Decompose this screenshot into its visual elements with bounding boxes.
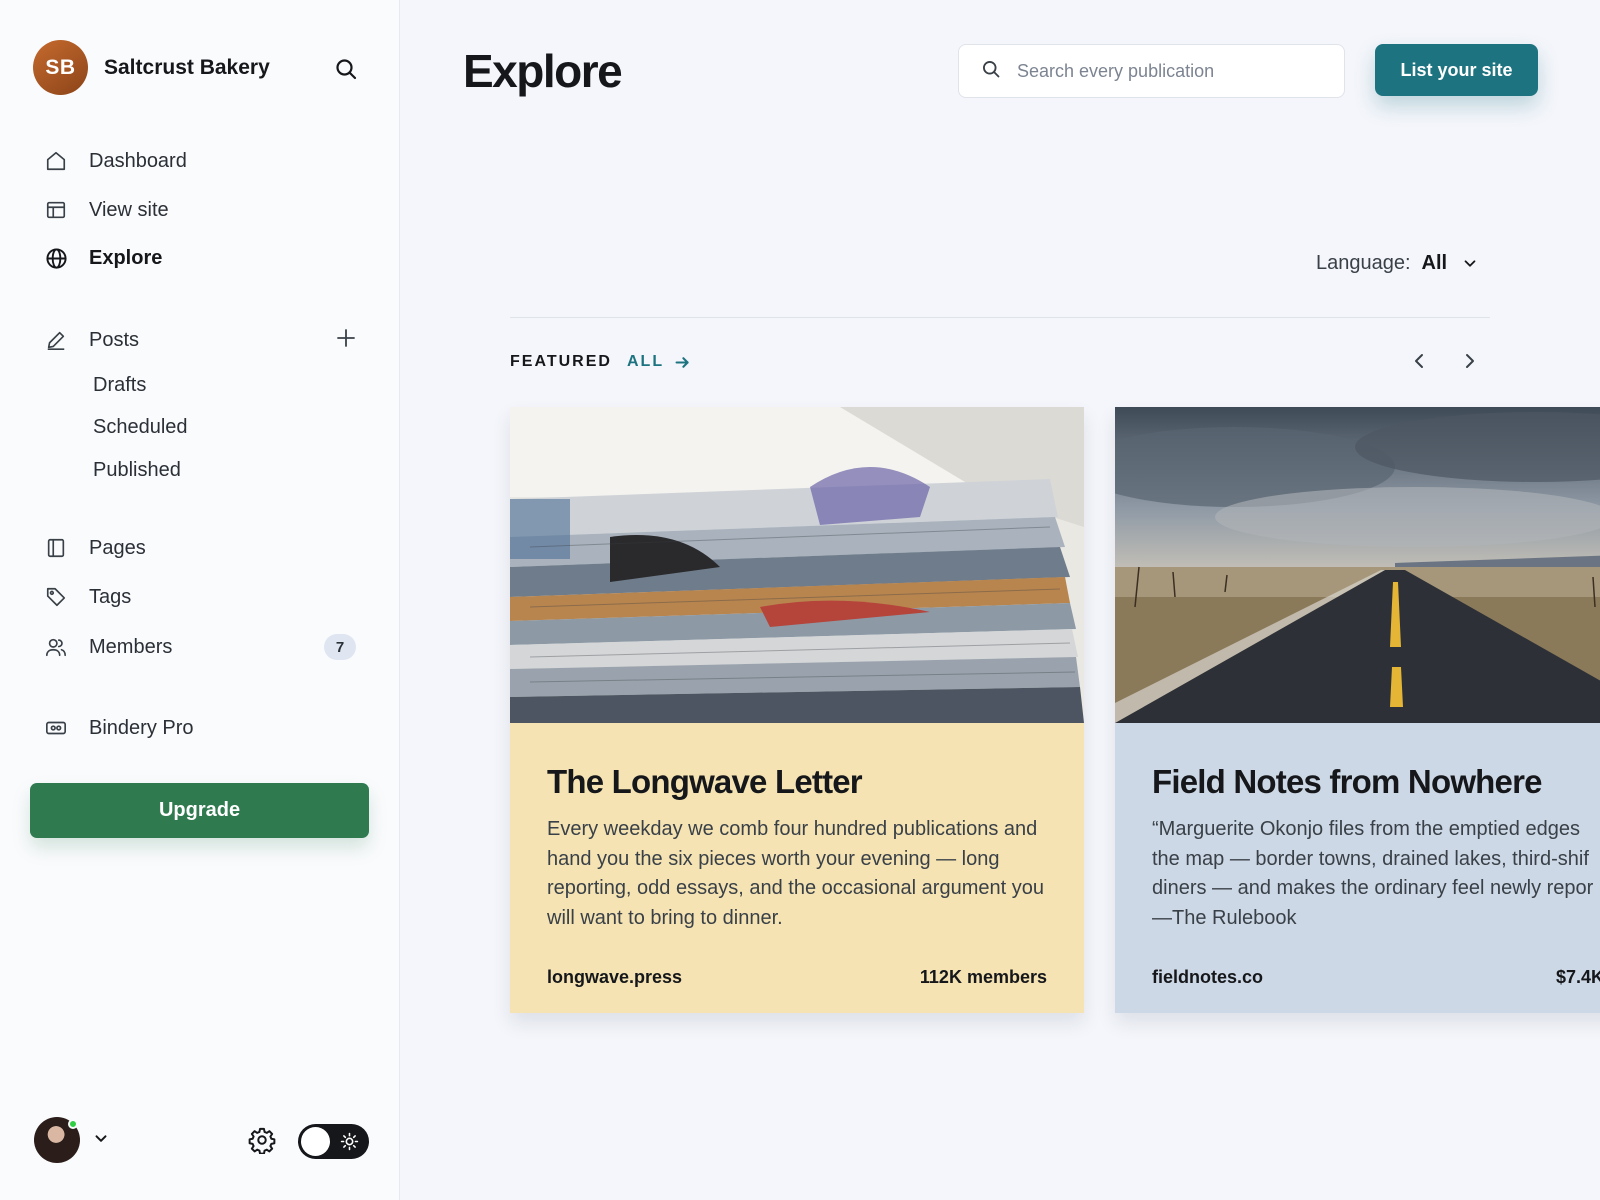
- sidebar-item-pages[interactable]: Pages: [44, 533, 364, 563]
- chevron-down-icon[interactable]: [92, 1130, 110, 1153]
- card-description: Every weekday we comb four hundred publi…: [547, 818, 1044, 929]
- pen-icon: [44, 328, 68, 352]
- site-header[interactable]: SB Saltcrust Bakery: [33, 40, 270, 95]
- sidebar-item-label: Members: [89, 635, 173, 658]
- all-link-label: ALL: [627, 353, 665, 370]
- sidebar-item-tags[interactable]: Tags: [44, 582, 364, 612]
- theme-toggle[interactable]: [298, 1124, 369, 1159]
- chevron-right-icon: [1460, 351, 1480, 376]
- sidebar-item-label: Bindery Pro: [89, 716, 194, 739]
- sidebar-subitem-scheduled[interactable]: Scheduled: [93, 416, 188, 439]
- card-stat: 112K members: [919, 967, 1047, 987]
- sidebar-item-dashboard[interactable]: Dashboard: [44, 146, 364, 176]
- featured-card[interactable]: Field Notes from Nowhere “Marguerite Oko…: [1115, 407, 1600, 1013]
- card-description-line: —The Rulebook: [1152, 906, 1297, 929]
- card-domain: longwave.press: [547, 967, 683, 987]
- credit-card-icon: [44, 716, 68, 740]
- card-stat: $7.4K: [1556, 967, 1600, 987]
- upgrade-button[interactable]: Upgrade: [30, 783, 369, 838]
- tag-icon: [44, 585, 68, 609]
- carousel-prev-button[interactable]: [1406, 350, 1432, 376]
- section-divider: [510, 317, 1490, 318]
- card-description-line: diners — and makes the ordinary feel new…: [1152, 877, 1594, 899]
- site-avatar[interactable]: SB: [33, 40, 88, 95]
- layout-icon: [44, 198, 68, 222]
- sidebar-item-posts[interactable]: Posts: [44, 325, 364, 355]
- language-filter[interactable]: Language: All: [1316, 252, 1479, 275]
- chevron-left-icon: [1409, 351, 1429, 376]
- sidebar-item-explore[interactable]: Explore: [44, 243, 364, 273]
- sidebar: SB Saltcrust Bakery Dashboard View site …: [0, 0, 400, 1200]
- sun-icon: [340, 1132, 359, 1156]
- sidebar-item-view-site[interactable]: View site: [44, 195, 364, 225]
- sidebar-item-bindery-pro[interactable]: Bindery Pro: [44, 713, 364, 743]
- sidebar-item-label: Pages: [89, 536, 146, 559]
- card-description: “Marguerite Okonjo files from the emptie…: [1152, 815, 1600, 933]
- list-your-site-button[interactable]: List your site: [1375, 44, 1538, 96]
- search-icon: [981, 59, 1001, 84]
- sidebar-item-members[interactable]: Members: [44, 632, 364, 662]
- chevron-down-icon: [1461, 255, 1479, 273]
- page-title: Explore: [463, 45, 623, 97]
- card-body: The Longwave Letter Every weekday we com…: [510, 723, 1084, 1013]
- sidebar-subitem-drafts[interactable]: Drafts: [93, 374, 146, 397]
- globe-icon: [44, 246, 68, 270]
- card-domain: fieldnotes.co: [1152, 967, 1264, 987]
- featured-section-label: FEATURED: [510, 353, 612, 370]
- gear-icon[interactable]: [248, 1126, 276, 1159]
- search-icon[interactable]: [333, 56, 359, 82]
- sidebar-item-label: Tags: [89, 585, 132, 608]
- search-field[interactable]: [958, 44, 1345, 98]
- sidebar-item-label: View site: [89, 198, 169, 221]
- new-post-button[interactable]: [334, 328, 358, 352]
- avatar[interactable]: [34, 1117, 80, 1163]
- carousel-next-button[interactable]: [1457, 350, 1483, 376]
- sidebar-subitem-published[interactable]: Published: [93, 459, 181, 482]
- sidebar-item-label: Posts: [89, 328, 140, 351]
- card-description-line: “Marguerite Okonjo files from the emptie…: [1152, 818, 1580, 840]
- card-title: Field Notes from Nowhere: [1152, 763, 1543, 800]
- online-status-indicator: [68, 1119, 78, 1129]
- card-image-newspapers: [510, 407, 1084, 723]
- search-input[interactable]: [1017, 60, 1337, 82]
- home-icon: [44, 149, 68, 173]
- sidebar-item-label: Explore: [89, 246, 163, 269]
- toggle-knob: [301, 1127, 330, 1156]
- members-count-badge: 7: [324, 634, 356, 660]
- language-filter-label: Language:: [1316, 252, 1411, 274]
- card-description-line: the map — border towns, drained lakes, t…: [1152, 847, 1589, 870]
- card-body: Field Notes from Nowhere “Marguerite Oko…: [1115, 723, 1600, 1013]
- arrow-right-icon: [674, 354, 691, 371]
- featured-card[interactable]: The Longwave Letter Every weekday we com…: [510, 407, 1084, 1013]
- sidebar-item-label: Dashboard: [89, 149, 187, 172]
- language-filter-value: All: [1421, 252, 1448, 274]
- card-title: The Longwave Letter: [547, 763, 863, 800]
- plus-icon: [336, 328, 356, 353]
- sidebar-footer: [34, 1117, 374, 1165]
- site-name[interactable]: Saltcrust Bakery: [104, 56, 270, 80]
- page-icon: [44, 536, 68, 560]
- featured-all-link[interactable]: ALL: [627, 353, 691, 371]
- members-icon: [44, 635, 68, 659]
- card-image-desert-road: [1115, 407, 1600, 723]
